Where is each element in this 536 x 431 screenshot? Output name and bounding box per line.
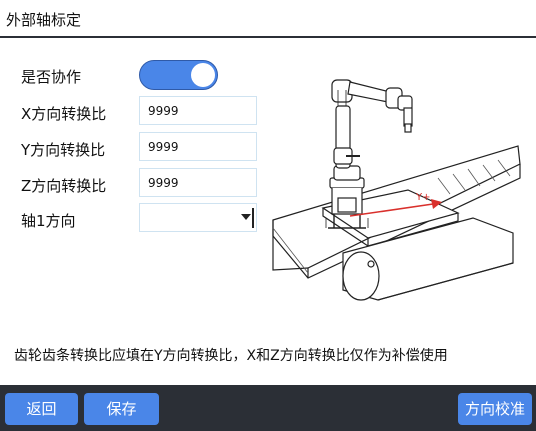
title-bar: 外部轴标定 [0,0,536,38]
x-ratio-label: X方向转换比 [21,105,107,123]
bottom-toolbar [0,385,536,431]
y-ratio-input[interactable]: 9999 [139,132,257,161]
y-axis-label: Y+ [415,192,431,203]
axis1-dir-label: 轴1方向 [21,212,76,230]
y-ratio-label: Y方向转换比 [21,141,106,159]
cooperate-label: 是否协作 [21,68,82,86]
x-ratio-input[interactable]: 9999 [139,96,257,125]
save-button[interactable]: 保存 [84,393,159,425]
z-ratio-label: Z方向转换比 [21,177,107,195]
cooperate-toggle[interactable] [139,60,218,90]
z-ratio-input[interactable]: 9999 [139,168,257,197]
axis1-dir-select[interactable] [139,203,257,232]
chevron-down-icon [241,214,251,220]
select-divider [252,208,254,228]
toggle-knob [191,63,215,87]
hint-text: 齿轮齿条转换比应填在Y方向转换比，X和Z方向转换比仅作为补偿使用 [14,348,448,364]
window-title: 外部轴标定 [6,11,82,29]
back-button[interactable]: 返回 [5,393,78,425]
direction-calibrate-button[interactable]: 方向校准 [458,393,532,425]
robot-rail-diagram: Y+ [272,79,521,301]
